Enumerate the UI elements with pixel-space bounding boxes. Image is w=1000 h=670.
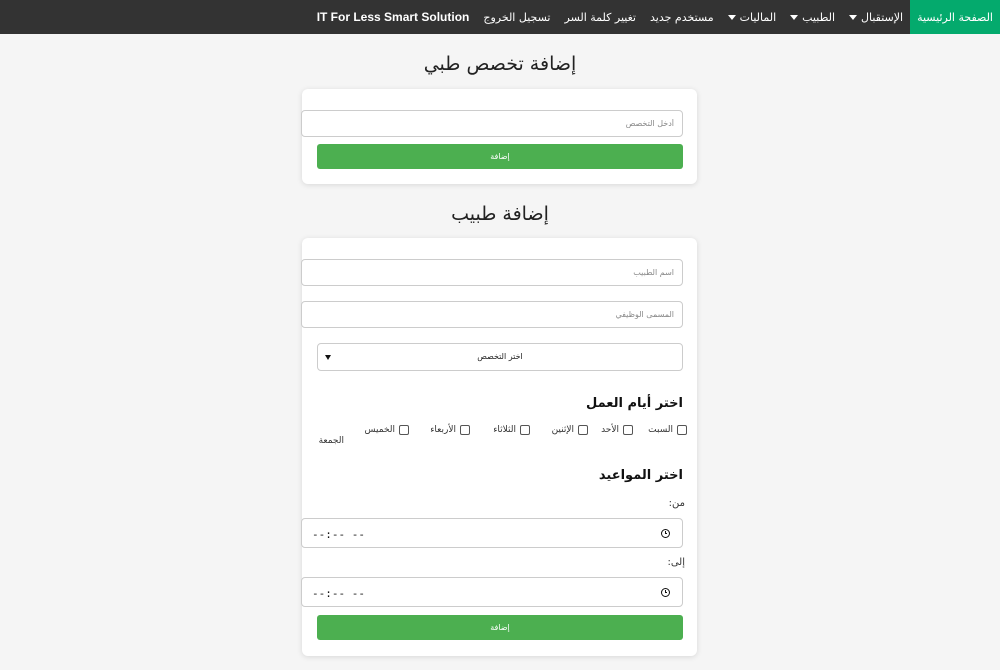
day-checkbox-friday[interactable]: الجمعة [319,436,344,446]
clock-icon[interactable] [661,588,670,597]
checkbox[interactable] [460,425,470,435]
day-checkbox-monday[interactable]: الإثنين [552,425,588,435]
nav-doctor-dropdown[interactable]: الطبيب [783,0,842,34]
specialty-input[interactable] [301,110,683,137]
checkbox[interactable] [677,425,687,435]
top-navbar: الصفحة الرئيسية الإستقبال الطبيب الماليا… [0,0,1000,34]
day-label: الأحد [601,425,619,435]
nav-doctor-label: الطبيب [802,10,835,24]
to-time-value: --:-- -- [312,587,365,600]
nav-logout[interactable]: تسجيل الخروج [476,0,557,34]
specialty-select[interactable]: اختر التخصص [317,343,683,371]
nav-finance-dropdown[interactable]: الماليات [721,0,784,34]
nav-reception-dropdown[interactable]: الإستقبال [842,0,910,34]
nav-finance-label: الماليات [739,10,777,24]
day-label: الخميس [364,425,395,435]
job-title-input[interactable] [301,301,683,328]
caret-down-icon [727,15,736,20]
from-time-value: --:-- -- [312,528,365,541]
caret-down-icon [790,15,799,20]
day-label: الأربعاء [430,425,456,435]
doctor-name-input[interactable] [301,259,683,286]
checkbox[interactable] [399,425,409,435]
add-specialty-button[interactable]: إضافة [317,144,683,169]
day-checkbox-wednesday[interactable]: الأربعاء [430,425,470,435]
doctor-section-title: إضافة طبيب [451,203,549,225]
nav-new-user[interactable]: مستخدم جديد [643,0,721,34]
nav-reception-label: الإستقبال [861,10,904,24]
specialty-select-value: اختر التخصص [477,352,523,361]
day-label: الثلاثاء [493,425,516,435]
day-checkbox-saturday[interactable]: السبت [648,425,687,435]
from-label: من: [668,498,685,509]
caret-down-icon [849,15,857,20]
specialty-card: إضافة [301,89,697,184]
day-checkbox-sunday[interactable]: الأحد [601,425,633,435]
appointments-heading: اختر المواعيد [598,468,683,483]
doctor-card: اختر التخصص اختر أيام العمل السبت الأحد … [301,238,697,656]
day-checkbox-tuesday[interactable]: الثلاثاء [493,425,530,435]
add-doctor-button[interactable]: إضافة [317,615,683,640]
chevron-down-icon [325,355,331,360]
from-time-input[interactable]: --:-- -- [301,518,683,548]
day-label: السبت [648,425,673,435]
work-days-heading: اختر أيام العمل [585,396,683,411]
day-label: الجمعة [318,436,344,446]
to-time-input[interactable]: --:-- -- [301,577,683,607]
day-checkbox-thursday[interactable]: الخميس [365,425,409,435]
nav-change-password[interactable]: تغيير كلمة السر [558,0,644,34]
clock-icon[interactable] [661,529,670,538]
checkbox[interactable] [578,425,588,435]
specialty-section-title: إضافة تخصص طبي [423,53,577,75]
nav-home[interactable]: الصفحة الرئيسية [910,0,1000,34]
checkbox[interactable] [623,425,633,435]
day-label: الإثنين [551,425,574,435]
nav-brand[interactable]: IT For Less Smart Solution [310,0,477,34]
to-label: إلى: [667,557,685,568]
checkbox[interactable] [520,425,530,435]
